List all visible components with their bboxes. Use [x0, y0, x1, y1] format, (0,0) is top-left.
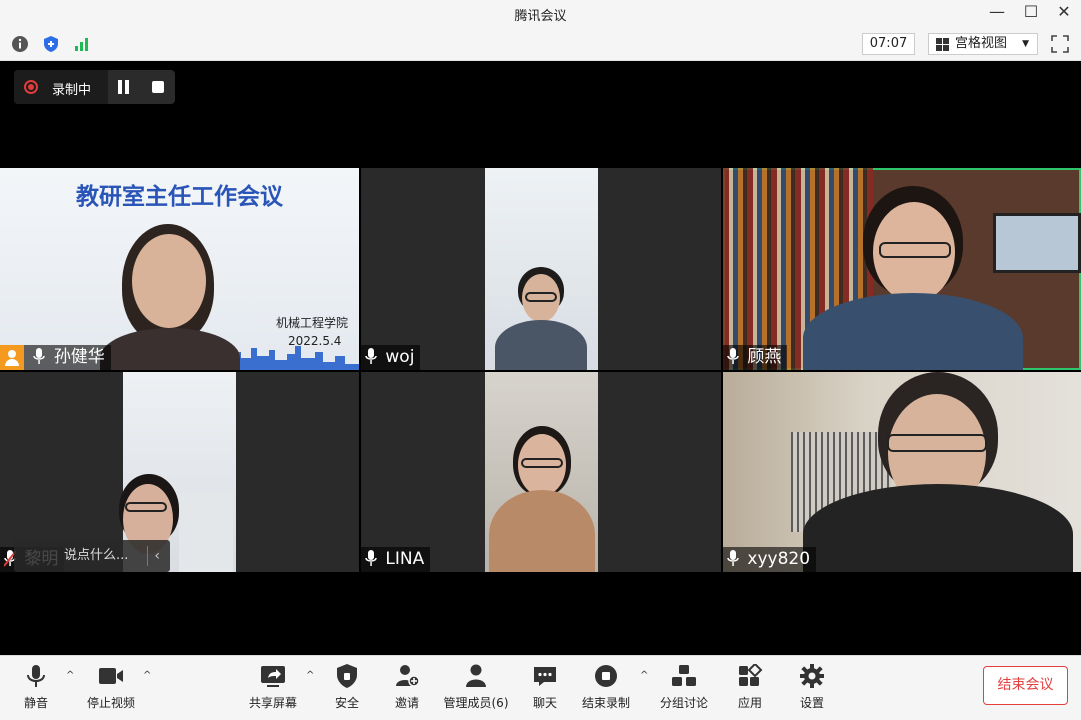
mute-label: 静音: [23, 696, 48, 710]
recording-label: 录制中: [52, 83, 92, 98]
breakout-icon: [672, 665, 696, 686]
gear-icon: [800, 664, 824, 688]
microphone-icon: [727, 550, 739, 566]
title-bar: 腾讯会议 — ☐ ✕: [0, 0, 1081, 28]
slide-title: 教研室主任工作会议: [76, 184, 283, 210]
recording-indicator: 录制中: [14, 70, 175, 104]
maximize-button[interactable]: ☐: [1018, 2, 1044, 22]
video-tile[interactable]: LINA: [361, 372, 721, 572]
stop-video-label: 停止视频: [86, 696, 135, 710]
microphone-icon: [727, 348, 739, 364]
view-mode-label: 宫格视图: [955, 36, 1008, 51]
share-screen-label: 共享屏幕: [248, 696, 297, 710]
shield-icon[interactable]: [42, 35, 60, 53]
participant-name: 孙健华: [53, 347, 105, 367]
video-tile[interactable]: 顾燕: [723, 168, 1081, 370]
end-meeting-button[interactable]: 结束会议: [983, 666, 1068, 705]
video-camera-icon: [99, 668, 123, 684]
window-title: 腾讯会议: [514, 9, 567, 24]
manage-members-label: 管理成员(6): [443, 696, 509, 710]
host-badge-icon: [0, 345, 24, 370]
microphone-icon: [27, 665, 45, 687]
chevron-up-icon[interactable]: ^: [66, 670, 74, 681]
microphone-icon: [33, 348, 46, 364]
settings-label: 设置: [799, 696, 824, 710]
participant-video: [485, 168, 598, 370]
microphone-icon: [365, 550, 377, 566]
microphone-icon: [365, 348, 377, 364]
settings-button[interactable]: 设置: [777, 664, 847, 711]
shield-icon: [337, 664, 357, 688]
participant-name-tag: 顾燕: [723, 345, 788, 370]
chevron-up-icon[interactable]: ^: [143, 670, 151, 681]
breakout-rooms-label: 分组讨论: [659, 696, 708, 710]
participant-name: xyy820: [747, 549, 811, 569]
end-recording-button[interactable]: 结束录制: [571, 664, 641, 711]
apps-button[interactable]: 应用: [715, 664, 785, 711]
participant-name-tag: 孙健华: [0, 345, 111, 370]
mute-button[interactable]: 静音: [1, 664, 71, 711]
top-toolbar: 07:07 宫格视图 ▼: [0, 28, 1081, 61]
participant-name-tag: LINA: [361, 547, 431, 572]
chat-quick-input[interactable]: 说点什么... ‹: [14, 540, 170, 572]
participant-video: [485, 372, 598, 572]
close-button[interactable]: ✕: [1051, 2, 1077, 22]
video-tile[interactable]: xyy820: [723, 372, 1081, 572]
participant-name: woj: [385, 347, 415, 367]
breakout-rooms-button[interactable]: 分组讨论: [649, 664, 719, 711]
divider: [147, 546, 148, 566]
chat-label: 聊天: [532, 696, 557, 710]
stop-video-button[interactable]: 停止视频: [76, 664, 146, 711]
collapse-arrow-icon[interactable]: ‹: [154, 540, 160, 572]
participant-name-tag: woj: [361, 345, 421, 370]
meeting-timer: 07:07: [862, 33, 915, 55]
pause-recording-icon[interactable]: [117, 80, 131, 94]
wall-screen: [993, 213, 1081, 273]
stop-recording-icon[interactable]: [152, 81, 164, 93]
grid-view-icon: [936, 38, 949, 51]
chevron-down-icon: ▼: [1022, 39, 1029, 49]
chat-quick-input-placeholder: 说点什么...: [64, 548, 129, 563]
view-mode-button[interactable]: 宫格视图 ▼: [928, 33, 1038, 55]
recording-status: 录制中: [14, 70, 108, 104]
participant-name-tag: xyy820: [723, 547, 817, 572]
minimize-button[interactable]: —: [984, 2, 1010, 22]
invite-button[interactable]: 邀请: [372, 664, 442, 711]
participant-name: 顾燕: [747, 347, 782, 367]
record-dot-icon: [24, 80, 38, 94]
stop-record-icon: [595, 665, 617, 687]
participant-name: LINA: [385, 549, 425, 569]
apps-icon: [739, 664, 763, 686]
end-recording-label: 结束录制: [581, 696, 630, 710]
add-person-icon: [396, 665, 420, 687]
fullscreen-icon[interactable]: [1050, 34, 1070, 54]
meeting-controls: 静音 ^ 停止视频 ^ 共享屏幕 ^ 安全 邀请 管理成员(6) 聊天 结束录制…: [0, 655, 1081, 720]
signal-strength-icon[interactable]: [73, 35, 91, 53]
chat-bubble-icon: [534, 667, 556, 686]
share-screen-button[interactable]: 共享屏幕: [238, 664, 308, 711]
video-tile[interactable]: 教研室主任工作会议 机械工程学院 2022.5.4 孙健华: [0, 168, 359, 370]
members-icon: [466, 664, 486, 687]
video-tile[interactable]: woj: [361, 168, 721, 370]
skyline-graphic: [225, 346, 359, 370]
apps-label: 应用: [737, 696, 762, 710]
info-icon[interactable]: [11, 35, 29, 53]
chat-button[interactable]: 聊天: [510, 664, 580, 711]
slide-org: 机械工程学院: [276, 316, 349, 330]
manage-members-button[interactable]: 管理成员(6): [441, 664, 511, 711]
share-screen-icon: [261, 666, 285, 687]
invite-label: 邀请: [394, 696, 419, 710]
chevron-up-icon[interactable]: ^: [640, 670, 648, 681]
